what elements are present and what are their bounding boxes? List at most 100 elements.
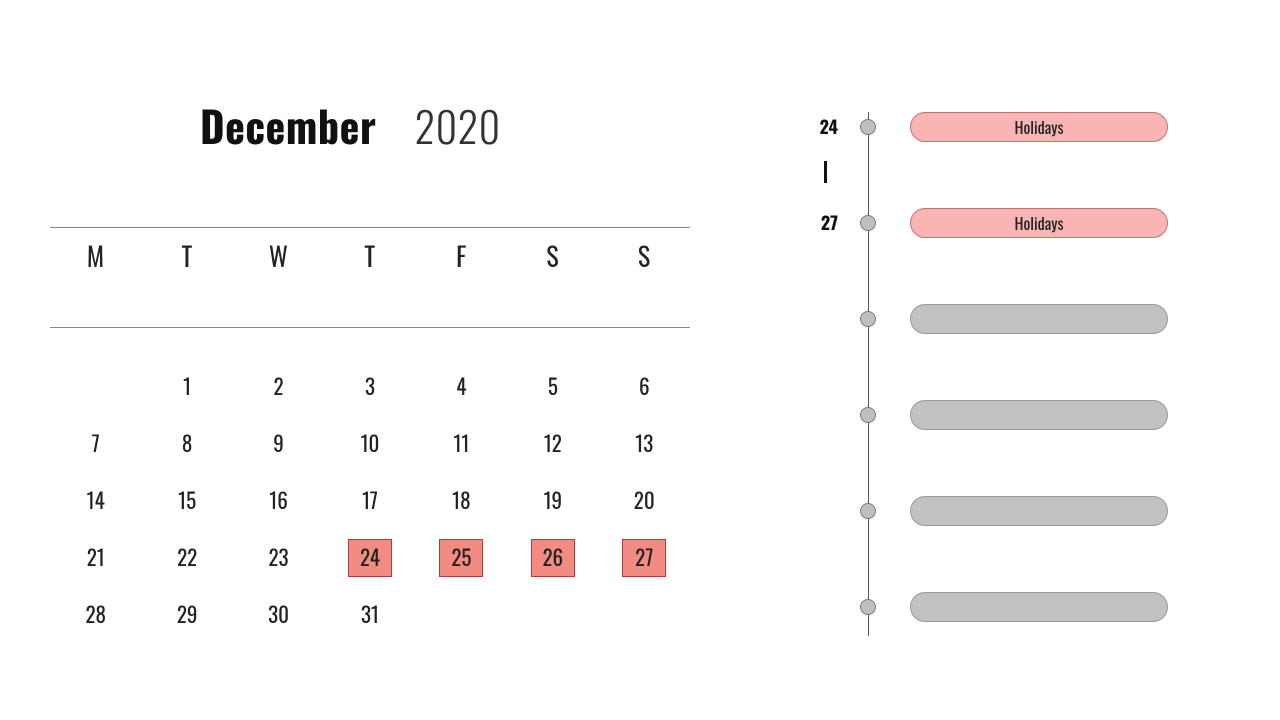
- day-header-row: M T W T F S S: [50, 236, 690, 275]
- calendar-day-cell[interactable]: 10: [324, 425, 415, 463]
- calendar-day-number: 15: [165, 482, 209, 520]
- timeline-row: 27 Holidays: [790, 208, 1190, 238]
- calendar-day-cell[interactable]: 27: [599, 539, 690, 577]
- calendar-day-cell[interactable]: 2: [233, 368, 324, 406]
- calendar-day-cell[interactable]: 17: [324, 482, 415, 520]
- timeline-row: [790, 400, 1190, 430]
- calendar-day-number: 29: [165, 596, 209, 634]
- timeline-event-pill[interactable]: [910, 400, 1168, 430]
- timeline-axis: [868, 112, 869, 636]
- divider: [50, 227, 690, 228]
- timeline-row: 24 Holidays: [790, 112, 1190, 142]
- day-header: S: [507, 236, 598, 275]
- divider: [50, 327, 690, 328]
- timeline-event-pill[interactable]: [910, 496, 1168, 526]
- calendar-day-cell[interactable]: 22: [141, 539, 232, 577]
- timeline-date-label: 24: [790, 114, 838, 140]
- calendar-day-number: 4: [439, 368, 483, 406]
- timeline-marker-icon: [860, 311, 876, 327]
- calendar-day-number: 28: [74, 596, 118, 634]
- timeline-event-pill[interactable]: [910, 304, 1168, 334]
- calendar-day-cell[interactable]: 13: [599, 425, 690, 463]
- calendar-day-cell[interactable]: 14: [50, 482, 141, 520]
- calendar-day-cell[interactable]: 24: [324, 539, 415, 577]
- calendar-day-number: 20: [622, 482, 666, 520]
- calendar-week-row: 21 22 23 24 25 26 27: [50, 529, 690, 586]
- calendar-day-number: 6: [622, 368, 666, 406]
- calendar-day-number: 1: [165, 368, 209, 406]
- calendar-day-number: 23: [257, 539, 301, 577]
- timeline-marker-icon: [860, 215, 876, 231]
- calendar-day-number: 9: [257, 425, 301, 463]
- timeline-event-pill[interactable]: Holidays: [910, 208, 1168, 238]
- calendar-day-number: 12: [531, 425, 575, 463]
- timeline-range-indicator: [824, 161, 827, 183]
- calendar-day-cell[interactable]: 19: [507, 482, 598, 520]
- day-header: S: [599, 236, 690, 275]
- calendar-day-cell[interactable]: 30: [233, 596, 324, 634]
- timeline-event-pill[interactable]: [910, 592, 1168, 622]
- day-header: M: [50, 236, 141, 275]
- calendar-day-number: 11: [439, 425, 483, 463]
- day-header: T: [324, 236, 415, 275]
- calendar-day-cell[interactable]: 16: [233, 482, 324, 520]
- day-header: F: [416, 236, 507, 275]
- calendar-day-cell[interactable]: 20: [599, 482, 690, 520]
- calendar-title: December 2020: [200, 95, 690, 157]
- calendar-week-row: 1 2 3 4 5 6: [50, 358, 690, 415]
- calendar-day-cell[interactable]: 7: [50, 425, 141, 463]
- calendar-day-cell[interactable]: 3: [324, 368, 415, 406]
- calendar-day-cell[interactable]: 9: [233, 425, 324, 463]
- calendar-day-number: 7: [74, 425, 118, 463]
- calendar-day-cell[interactable]: 15: [141, 482, 232, 520]
- calendar-day-number: 2: [257, 368, 301, 406]
- calendar-day-cell[interactable]: 5: [507, 368, 598, 406]
- timeline-marker-icon: [860, 503, 876, 519]
- calendar-day-number: 21: [74, 539, 118, 577]
- day-header: T: [141, 236, 232, 275]
- calendar-day-cell[interactable]: 31: [324, 596, 415, 634]
- calendar-grid: 1234567891011121314151617181920212223242…: [50, 358, 690, 643]
- timeline-row: [790, 496, 1190, 526]
- calendar-day-number: 19: [531, 482, 575, 520]
- calendar-day-cell[interactable]: 29: [141, 596, 232, 634]
- timeline-row: [790, 304, 1190, 334]
- calendar-day-cell[interactable]: 12: [507, 425, 598, 463]
- calendar-day-cell[interactable]: 1: [141, 368, 232, 406]
- timeline-marker-icon: [860, 119, 876, 135]
- calendar-day-number: 25: [439, 539, 483, 577]
- calendar-day-number: 3: [348, 368, 392, 406]
- calendar-day-cell[interactable]: 25: [416, 539, 507, 577]
- calendar-week-row: 28 29 30 31: [50, 586, 690, 643]
- calendar-day-number: 14: [74, 482, 118, 520]
- calendar-day-cell[interactable]: 18: [416, 482, 507, 520]
- calendar-day-number: 13: [622, 425, 666, 463]
- timeline: 24 Holidays 27 Holidays: [790, 96, 1190, 646]
- calendar-day-number: 31: [348, 596, 392, 634]
- calendar-day-number: 27: [622, 539, 666, 577]
- calendar-day-number: 5: [531, 368, 575, 406]
- calendar-year: 2020: [415, 95, 501, 157]
- timeline-date-label: 27: [790, 210, 838, 236]
- calendar-day-cell[interactable]: 21: [50, 539, 141, 577]
- calendar-week-row: 14 15 16 1718 19 20: [50, 472, 690, 529]
- calendar-day-cell[interactable]: 28: [50, 596, 141, 634]
- timeline-event-pill[interactable]: Holidays: [910, 112, 1168, 142]
- calendar-day-number: 26: [531, 539, 575, 577]
- calendar-day-number: 30: [257, 596, 301, 634]
- calendar-day-number: 8: [165, 425, 209, 463]
- calendar-day-number: 10: [348, 425, 392, 463]
- calendar-day-cell[interactable]: 4: [416, 368, 507, 406]
- calendar-day-cell[interactable]: 6: [599, 368, 690, 406]
- calendar-day-number: 22: [165, 539, 209, 577]
- calendar-day-cell[interactable]: 11: [416, 425, 507, 463]
- timeline-marker-icon: [860, 407, 876, 423]
- calendar-month: December: [200, 95, 376, 157]
- day-header: W: [233, 236, 324, 275]
- timeline-row: [790, 592, 1190, 622]
- calendar: December 2020 M T W T F S S 123456789101…: [50, 95, 690, 643]
- calendar-day-cell[interactable]: 26: [507, 539, 598, 577]
- calendar-day-cell[interactable]: 8: [141, 425, 232, 463]
- calendar-day-cell[interactable]: 23: [233, 539, 324, 577]
- calendar-day-number: 16: [257, 482, 301, 520]
